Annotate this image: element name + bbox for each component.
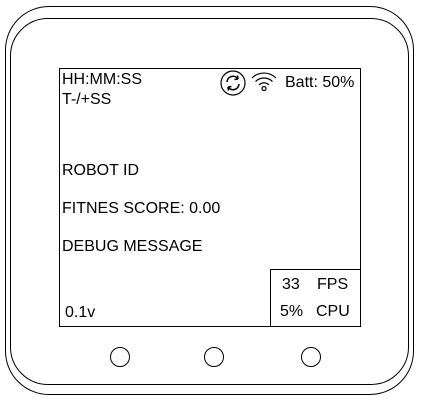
cpu-value: 5% <box>280 303 304 320</box>
middle-button[interactable] <box>204 347 224 367</box>
battery-status: Batt: 50% <box>285 74 355 91</box>
version-text: 0.1v <box>65 304 96 321</box>
robot-id-text: ROBOT ID <box>62 162 140 179</box>
debug-message-text: DEBUG MESSAGE <box>62 238 203 255</box>
clock-text: HH:MM:SS <box>62 71 142 88</box>
fps-value: 33 <box>282 276 300 293</box>
fps-label: FPS <box>317 276 349 293</box>
wifi-icon <box>251 72 277 92</box>
right-button[interactable] <box>301 347 321 367</box>
left-button[interactable] <box>110 347 130 367</box>
cpu-label: CPU <box>316 303 350 320</box>
sync-icon <box>220 70 246 96</box>
stats-panel: 33 FPS 5% CPU <box>270 269 360 326</box>
timer-text: T-/+SS <box>62 91 112 108</box>
display-screen: HH:MM:SS T-/+SS Batt: 50% ROBOT ID FITNE… <box>59 68 361 327</box>
fitness-score-text: FITNES SCORE: 0.00 <box>62 200 221 217</box>
